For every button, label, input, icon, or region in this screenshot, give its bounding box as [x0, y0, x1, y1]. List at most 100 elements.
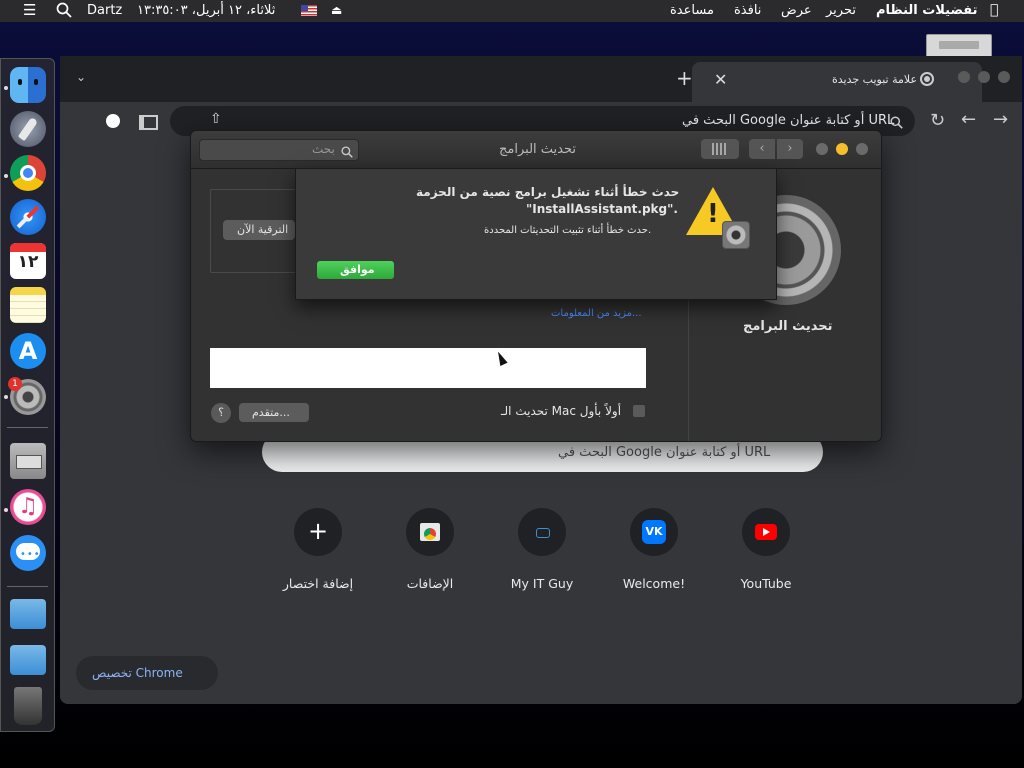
prefs-window-title: تحديث البرامج — [499, 142, 576, 157]
window-control-minimize[interactable] — [978, 71, 990, 83]
shortcut-label: الإضافات — [406, 576, 454, 591]
error-alert: ! حدث خطأ أثناء تشغيل برامج نصية من الحز… — [295, 168, 777, 300]
prefs-search-icon — [341, 143, 353, 162]
alert-title-line2: "InstallAssistant.pkg". — [526, 202, 678, 216]
us-flag-icon[interactable] — [301, 5, 317, 16]
dock: ١٢ A 1 ♫ ••• — [0, 58, 55, 732]
page-search-placeholder: البحث في Google أو كتابة عنوان URL — [558, 445, 771, 460]
menu-edit[interactable]: تحرير — [826, 3, 856, 18]
plus-icon: + — [294, 508, 342, 556]
finder-running-indicator — [4, 86, 8, 90]
dock-separator — [7, 586, 48, 587]
alert-title-line1: حدث خطأ أثناء تشغيل برامج نصية من الحزمة — [416, 185, 680, 199]
messages-icon[interactable]: ••• — [10, 535, 46, 571]
calendar-day: ١٢ — [17, 252, 39, 272]
prefs-zoom-button[interactable] — [816, 143, 828, 155]
prefs-close-button[interactable] — [856, 143, 868, 155]
apple-menu-icon[interactable]:  — [990, 2, 998, 18]
warning-exclamation: ! — [707, 199, 719, 229]
side-panel-icon[interactable] — [139, 115, 158, 130]
window-control-zoom[interactable] — [998, 71, 1010, 83]
tab-search-icon[interactable]: ⌄ — [76, 70, 86, 84]
applications-folder-icon[interactable] — [10, 599, 46, 629]
clock[interactable]: ثلاثاء، ١٢ أبريل، ١٣:٣٥:٠٣ — [137, 3, 275, 18]
launchpad-icon[interactable] — [10, 111, 46, 147]
omnibox-placeholder: البحث في Google أو كتابة عنوان URL — [682, 113, 895, 128]
vk-icon: VK — [630, 508, 678, 556]
help-button[interactable]: ؟ — [211, 403, 231, 423]
customize-chrome-button[interactable]: تخصيص Chrome — [76, 656, 218, 690]
advanced-label: متقدم... — [252, 406, 290, 419]
chrome-icon[interactable] — [10, 155, 46, 191]
shortcut-label: Welcome! — [622, 576, 686, 591]
ok-label: موافق — [340, 263, 375, 276]
menu-app-name[interactable]: تفضيلات النظام — [876, 3, 978, 18]
finder-icon[interactable] — [10, 67, 46, 103]
shortcut-my-it-guy[interactable]: My IT Guy — [492, 508, 592, 591]
upgrade-now-label: الترقية الآن — [237, 223, 289, 236]
disk-utility-icon[interactable] — [10, 443, 46, 479]
profile-icon[interactable] — [106, 114, 120, 128]
back-icon[interactable]: ← — [961, 109, 976, 130]
dock-separator — [7, 427, 48, 428]
notification-badge: 1 — [8, 377, 22, 391]
alert-message: حدث خطأ أثناء تثبيت التحديثات المحددة. — [484, 225, 652, 236]
back-button[interactable]: ‹ — [749, 139, 775, 159]
window-control-close[interactable] — [958, 71, 970, 83]
tab-new-tab[interactable]: ✕ علامة تبويب جديدة — [692, 62, 982, 102]
app-store-icon[interactable]: A — [10, 333, 46, 369]
notes-icon[interactable] — [10, 287, 46, 323]
menu-window[interactable]: نافذة — [734, 3, 761, 18]
youtube-icon — [742, 508, 790, 556]
shortcut-label: إضافة اختصار — [282, 576, 354, 591]
list-menu-icon[interactable]: ☰ — [23, 1, 36, 19]
calendar-icon[interactable]: ١٢ — [10, 243, 46, 279]
shortcut-label: YouTube — [740, 576, 792, 591]
reload-icon[interactable]: ↻ — [930, 110, 945, 131]
shortcut-welcome[interactable]: VK Welcome! — [604, 508, 704, 591]
show-all-button[interactable] — [701, 139, 739, 159]
tab-title: علامة تبويب جديدة — [832, 73, 918, 86]
forward-icon[interactable]: → — [993, 109, 1008, 130]
tab-close-icon[interactable]: ✕ — [714, 70, 727, 89]
prefs-search-field[interactable]: بحث — [199, 139, 359, 161]
username[interactable]: Dartz — [87, 3, 122, 18]
auto-update-label: تحديث الـ Mac أولاً بأول — [501, 404, 622, 418]
menu-view[interactable]: عرض — [781, 3, 812, 18]
auto-update-checkbox[interactable] — [633, 405, 645, 417]
more-info-link[interactable]: مزيد من المعلومات... — [551, 308, 642, 319]
documents-folder-icon[interactable] — [10, 645, 46, 675]
forward-button[interactable]: › — [777, 139, 803, 159]
pane-label: تحديث البرامج — [743, 319, 833, 334]
safari-icon[interactable] — [10, 199, 46, 235]
web-store-icon — [406, 508, 454, 556]
upgrade-now-button[interactable]: الترقية الآن — [223, 220, 295, 240]
itunes-icon[interactable]: ♫ — [10, 489, 46, 525]
grid-icon — [712, 143, 728, 155]
chrome-tab-icon — [920, 72, 934, 86]
badge-gear-icon — [722, 221, 750, 249]
search-placeholder: بحث — [312, 142, 335, 156]
shortcut-add[interactable]: + إضافة اختصار — [268, 508, 368, 591]
omnibox-search-icon — [890, 114, 903, 133]
itunes-running-indicator — [4, 508, 8, 512]
system-preferences-running-indicator — [4, 395, 8, 399]
shortcut-youtube[interactable]: YouTube — [716, 508, 816, 591]
share-icon[interactable]: ⇧ — [210, 111, 222, 127]
menu-bar:  تفضيلات النظام تحرير عرض نافذة مساعدة … — [0, 0, 1024, 22]
progress-area — [210, 348, 646, 388]
eject-icon[interactable]: ⏏ — [331, 3, 342, 17]
menu-help[interactable]: مساعدة — [670, 3, 714, 18]
tab-strip: ⌄ + ✕ علامة تبويب جديدة — [60, 56, 1022, 102]
advanced-button[interactable]: متقدم... — [239, 403, 309, 422]
new-tab-button[interactable]: + — [676, 66, 693, 90]
myitguy-icon — [518, 508, 566, 556]
shortcut-label: My IT Guy — [510, 576, 574, 591]
spotlight-search-icon[interactable] — [56, 2, 72, 22]
customize-label: تخصيص Chrome — [92, 666, 183, 680]
shortcut-extensions[interactable]: الإضافات — [380, 508, 480, 591]
prefs-minimize-button[interactable] — [836, 143, 848, 155]
prefs-title-bar: بحث تحديث البرامج ‹ › — [191, 131, 881, 169]
trash-icon[interactable] — [14, 687, 42, 725]
ok-button[interactable]: موافق — [317, 261, 394, 279]
